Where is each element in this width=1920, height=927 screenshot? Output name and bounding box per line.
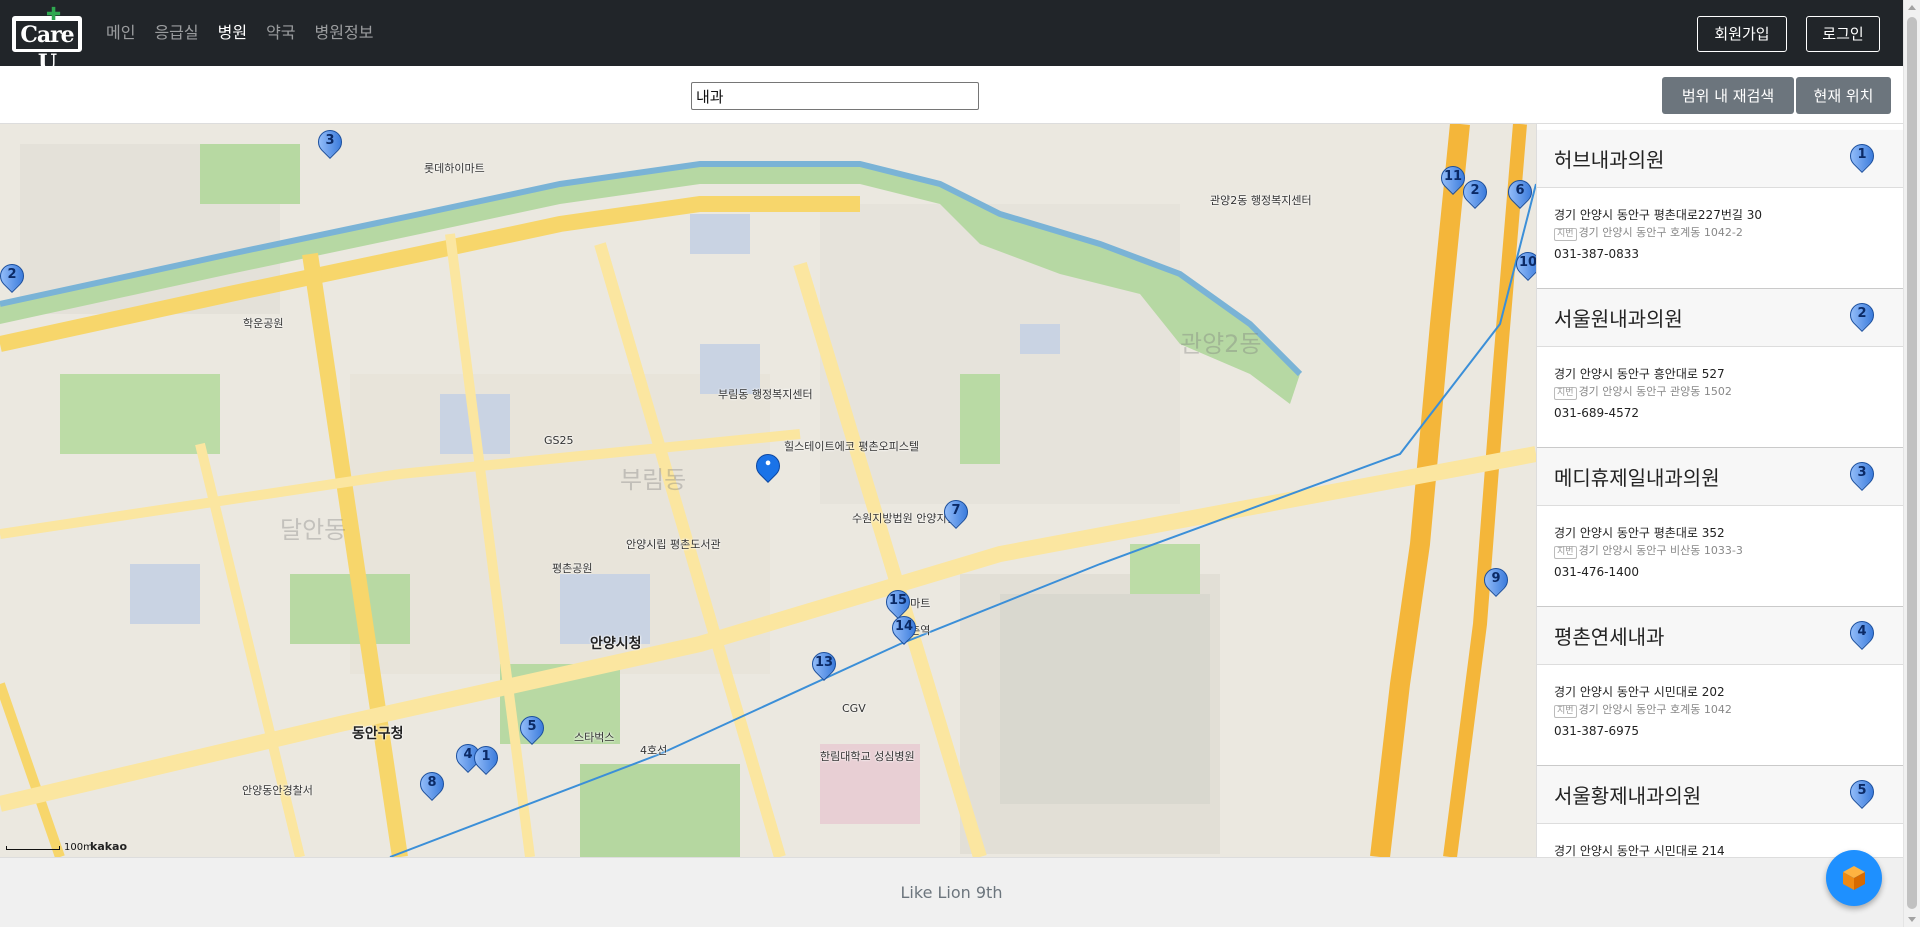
result-name[interactable]: 메디휴제일내과의원 (1554, 466, 1720, 490)
map-label-gu-office: 동안구청 (352, 726, 404, 742)
result-jibun-address: 지번 경기 안양시 동안구 관양동 1502 (1554, 383, 1903, 401)
login-button[interactable]: 로그인 (1806, 16, 1880, 52)
scroll-down-arrow-icon[interactable] (1908, 917, 1916, 922)
nav-link-main[interactable]: 메인 (106, 22, 135, 44)
result-phone[interactable]: 031-387-0833 (1554, 242, 1903, 266)
result-marker-icon: 2 (1845, 298, 1879, 337)
current-location-marker[interactable]: • (751, 449, 785, 488)
map-label-city-hall: 안양시청 (590, 636, 642, 652)
map-marker[interactable]: 10 (1511, 247, 1536, 286)
result-card[interactable]: 서울원내과의원 2 경기 안양시 동안구 흥안대로 527 지번 경기 안양시 동… (1537, 289, 1903, 448)
map-marker[interactable]: 7 (939, 495, 973, 534)
current-location-button[interactable]: 현재 위치 (1796, 77, 1891, 114)
footer-text: Like Lion 9th (900, 883, 1003, 902)
map-label-bureum-center: 부림동 행정복지센터 (718, 388, 813, 401)
footer: Like Lion 9th (0, 857, 1903, 927)
result-marker-icon: 5 (1845, 775, 1879, 814)
scroll-thumb[interactable] (1907, 17, 1917, 909)
logo-text: Care U (16, 21, 78, 76)
map-marker[interactable]: 2 (1458, 175, 1492, 214)
map-label-starbucks: 스타벅스 (574, 731, 615, 744)
chat-button[interactable] (1826, 850, 1882, 906)
map-label-hagun-park: 학운공원 (243, 317, 284, 330)
search-row: 범위 내 재검색 현재 위치 (0, 66, 1903, 124)
result-jibun-address: 지번 경기 안양시 동안구 비산동 1033-3 (1554, 542, 1903, 560)
map-marker[interactable]: 1 (469, 741, 503, 780)
navbar: ✚ Care U 메인 응급실 병원 약국 병원정보 회원가입 로그인 (0, 0, 1903, 76)
map-marker[interactable]: 11 (1436, 161, 1470, 200)
result-marker-icon: 1 (1845, 139, 1879, 178)
map-label-park: 평촌공원 (552, 562, 593, 575)
map-label-gwanyang-center: 관양2동 행정복지센터 (1210, 194, 1312, 207)
result-marker-icon: 3 (1845, 457, 1879, 496)
result-name[interactable]: 평촌연세내과 (1554, 625, 1664, 649)
result-card[interactable]: 허브내과의원 1 경기 안양시 동안구 평촌대로227번길 30 지번 경기 안양… (1537, 130, 1903, 289)
map-marker[interactable]: 6 (1503, 175, 1536, 214)
result-jibun-address: 지번 경기 안양시 동안구 호계동 1042 (1554, 701, 1903, 719)
map-label-gs25: GS25 (544, 434, 574, 447)
map-label-dong-gwanyang: 관양2동 (1180, 330, 1262, 358)
map-label-dong-bureum: 부림동 (620, 466, 687, 494)
map-label-court: 수원지방법원 안양지원 (852, 512, 957, 525)
result-card[interactable]: 메디휴제일내과의원 3 경기 안양시 동안구 평촌대로 352 지번 경기 안양시… (1537, 448, 1903, 607)
result-name[interactable]: 허브내과의원 (1554, 148, 1664, 172)
nav-link-emergency[interactable]: 응급실 (154, 22, 198, 44)
map-label-library: 안양시립 평촌도서관 (626, 538, 721, 551)
result-road-address: 경기 안양시 동안구 평촌대로227번길 30 (1554, 208, 1762, 222)
nav-link-hospital-info[interactable]: 병원정보 (315, 22, 374, 44)
map-marker[interactable]: 2 (0, 259, 29, 298)
search-input[interactable] (691, 82, 979, 110)
result-road-address: 경기 안양시 동안구 흥안대로 527 (1554, 367, 1725, 381)
map-label-cgv: CGV (842, 702, 866, 715)
map-label-dong-dalan: 달안동 (280, 516, 347, 544)
map-base (0, 124, 1536, 857)
result-name[interactable]: 서울황제내과의원 (1554, 784, 1701, 808)
result-road-address: 경기 안양시 동안구 평촌대로 352 (1554, 526, 1725, 540)
map-label-lotte: 롯데하이마트 (424, 162, 485, 175)
nav-links: 메인 응급실 병원 약국 병원정보 (106, 22, 392, 44)
map-label-police: 안양동안경찰서 (242, 784, 313, 797)
map-label-hallym: 한림대학교 성심병원 (820, 750, 915, 763)
map-marker[interactable]: 5 (515, 711, 549, 750)
result-phone[interactable]: 031-387-6975 (1554, 719, 1903, 743)
cube-icon (1843, 866, 1865, 890)
care-u-logo[interactable]: ✚ Care U (12, 6, 82, 76)
result-card[interactable]: 평촌연세내과 4 경기 안양시 동안구 시민대로 202 지번 경기 안양시 동안… (1537, 607, 1903, 766)
map-view[interactable]: 부림동 관양2동 달안동 안양시청 동안구청 평촌공원 학운공원 안양동안경찰서… (0, 124, 1536, 857)
map-label-hillstate: 힐스테이트에코 평촌오피스텔 (784, 440, 920, 453)
map-label-metro: 4호선 (640, 744, 668, 757)
map-marker[interactable]: 14 (887, 611, 921, 650)
research-in-area-button[interactable]: 범위 내 재검색 (1662, 77, 1794, 114)
result-road-address: 경기 안양시 동안구 시민대로 202 (1554, 685, 1725, 699)
nav-link-pharmacy[interactable]: 약국 (266, 22, 295, 44)
result-marker-icon: 4 (1845, 616, 1879, 655)
map-marker[interactable]: 8 (415, 767, 449, 806)
result-name[interactable]: 서울원내과의원 (1554, 307, 1683, 331)
nav-link-hospital[interactable]: 병원 (218, 22, 247, 44)
page-scrollbar[interactable] (1903, 0, 1920, 927)
map-marker[interactable]: 9 (1479, 563, 1513, 602)
result-phone[interactable]: 031-476-1400 (1554, 560, 1903, 584)
map-provider-logo: kakao (90, 840, 128, 853)
map-scale: 100m (6, 842, 93, 853)
map-marker[interactable]: 13 (807, 647, 841, 686)
result-card[interactable]: 서울황제내과의원 5 경기 안양시 동안구 시민대로 214 (1537, 766, 1903, 857)
scroll-up-arrow-icon[interactable] (1908, 5, 1916, 10)
result-phone[interactable]: 031-689-4572 (1554, 401, 1903, 425)
map-marker[interactable]: 3 (313, 125, 347, 164)
results-panel[interactable]: 허브내과의원 1 경기 안양시 동안구 평촌대로227번길 30 지번 경기 안양… (1536, 124, 1903, 857)
result-jibun-address: 지번 경기 안양시 동안구 호계동 1042-2 (1554, 224, 1903, 242)
signup-button[interactable]: 회원가입 (1697, 16, 1787, 52)
